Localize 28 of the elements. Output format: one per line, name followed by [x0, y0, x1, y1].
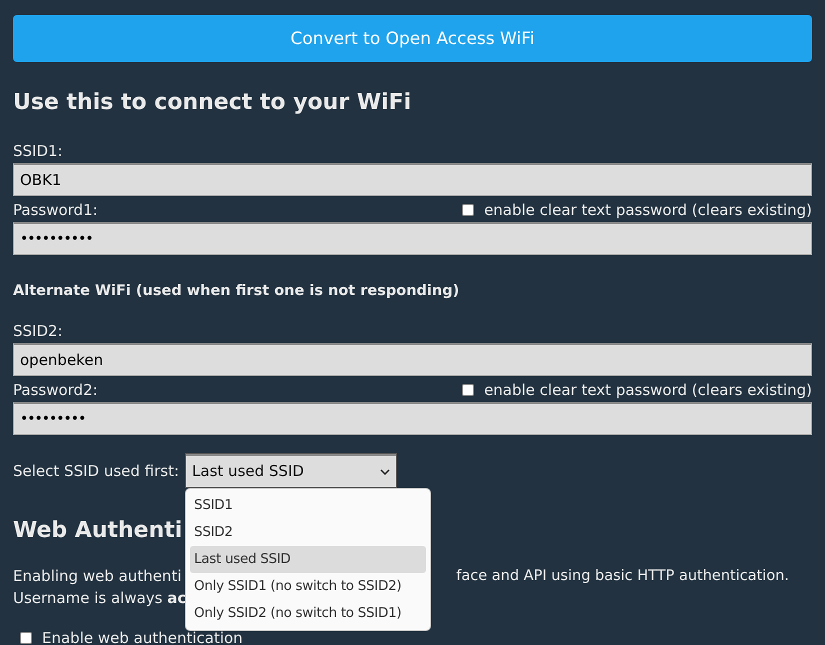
- checkbox-label: enable clear text password (clears existing): [484, 201, 812, 219]
- password-label: Password2:: [13, 380, 98, 400]
- description-text: Enabling web authenti: [13, 566, 182, 587]
- dropdown-option[interactable]: SSID2: [190, 519, 426, 546]
- description-text: face and API using basic HTTP authentication.: [456, 567, 789, 586]
- alternate-heading: Alternate WiFi (used when first one is not responding): [13, 283, 460, 299]
- dropdown-option[interactable]: SSID1: [190, 492, 426, 519]
- section-heading: Use this to connect to your WiFi: [13, 89, 412, 117]
- password-label: Password1:: [13, 200, 98, 220]
- checkbox[interactable]: [462, 384, 474, 396]
- checkbox-label: enable clear text password (clears existing): [484, 381, 812, 399]
- dropdown-option[interactable]: Last used SSID: [190, 546, 426, 573]
- checkbox[interactable]: [20, 632, 32, 644]
- description-text: Username is always ac: [13, 588, 186, 609]
- dropdown-option[interactable]: Only SSID1 (no switch to SSID2): [190, 573, 426, 600]
- password-input[interactable]: •••••••••: [13, 402, 812, 435]
- password-input[interactable]: ••••••••••: [13, 222, 812, 255]
- checkbox[interactable]: [462, 204, 474, 216]
- caret-icon: [380, 469, 390, 475]
- ssid-input[interactable]: openbeken: [13, 343, 812, 376]
- ssid-input[interactable]: OBK1: [13, 163, 812, 196]
- ssid-label: SSID1:: [13, 141, 64, 161]
- ssid-label: SSID2:: [13, 321, 64, 341]
- ssid-select[interactable]: Last used SSID: [186, 454, 396, 487]
- section-heading: Web Authenti: [13, 517, 182, 545]
- select-label: Select SSID used first:: [13, 460, 180, 480]
- dropdown-option[interactable]: Only SSID2 (no switch to SSID1): [190, 600, 426, 627]
- checkbox-label: Enable web authentication: [42, 629, 243, 645]
